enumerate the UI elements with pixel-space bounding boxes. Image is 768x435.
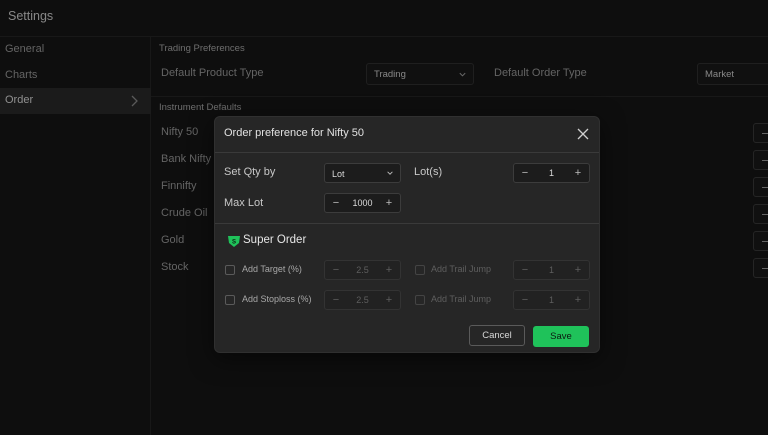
add-stoploss-checkbox[interactable] [225, 295, 235, 305]
stoploss-value[interactable]: 2.5 [343, 295, 382, 305]
trail-jump-value[interactable]: 1 [532, 265, 571, 275]
increment-button[interactable]: + [569, 164, 587, 182]
max-lot-label: Max Lot [224, 197, 264, 209]
cancel-button[interactable]: Cancel [469, 325, 525, 346]
chevron-down-icon [387, 171, 393, 175]
super-icon-letter: S [232, 240, 236, 246]
max-lot-stepper[interactable]: − 1000 + [324, 193, 401, 213]
lots-label: Lot(s) [414, 166, 443, 178]
add-target-checkbox[interactable] [225, 265, 235, 275]
super-order-icon: S [228, 236, 240, 247]
modal-title: Order preference for Nifty 50 [224, 127, 365, 139]
add-trail-jump-checkbox[interactable] [415, 295, 425, 305]
target-value[interactable]: 2.5 [343, 265, 382, 275]
add-trail-jump-label: Add Trail Jump [431, 294, 492, 304]
lots-stepper[interactable]: − 1 + [513, 163, 590, 183]
super-order-heading: Super Order [243, 234, 307, 246]
close-icon[interactable] [575, 126, 591, 142]
target-stepper[interactable]: − 2.5 + [324, 260, 401, 280]
add-target-label: Add Target (%) [242, 264, 302, 274]
trail-jump-stepper[interactable]: − 1 + [513, 290, 590, 310]
divider [215, 152, 599, 153]
max-lot-value[interactable]: 1000 [343, 198, 382, 208]
increment-button[interactable]: + [380, 291, 398, 309]
increment-button[interactable]: + [569, 291, 587, 309]
divider [215, 223, 599, 224]
trail-jump-value[interactable]: 1 [532, 295, 571, 305]
stoploss-stepper[interactable]: − 2.5 + [324, 290, 401, 310]
set-qty-select[interactable]: Lot [324, 163, 401, 183]
increment-button[interactable]: + [380, 261, 398, 279]
lots-value[interactable]: 1 [532, 168, 571, 178]
add-stoploss-label: Add Stoploss (%) [242, 294, 312, 304]
increment-button[interactable]: + [569, 261, 587, 279]
set-qty-value: Lot [332, 169, 345, 179]
increment-button[interactable]: + [380, 194, 398, 212]
order-preference-modal: Order preference for Nifty 50 Set Qty by… [214, 116, 600, 353]
trail-jump-stepper[interactable]: − 1 + [513, 260, 590, 280]
save-button[interactable]: Save [533, 326, 589, 347]
add-trail-jump-checkbox[interactable] [415, 265, 425, 275]
add-trail-jump-label: Add Trail Jump [431, 264, 492, 274]
set-qty-label: Set Qty by [224, 166, 276, 178]
